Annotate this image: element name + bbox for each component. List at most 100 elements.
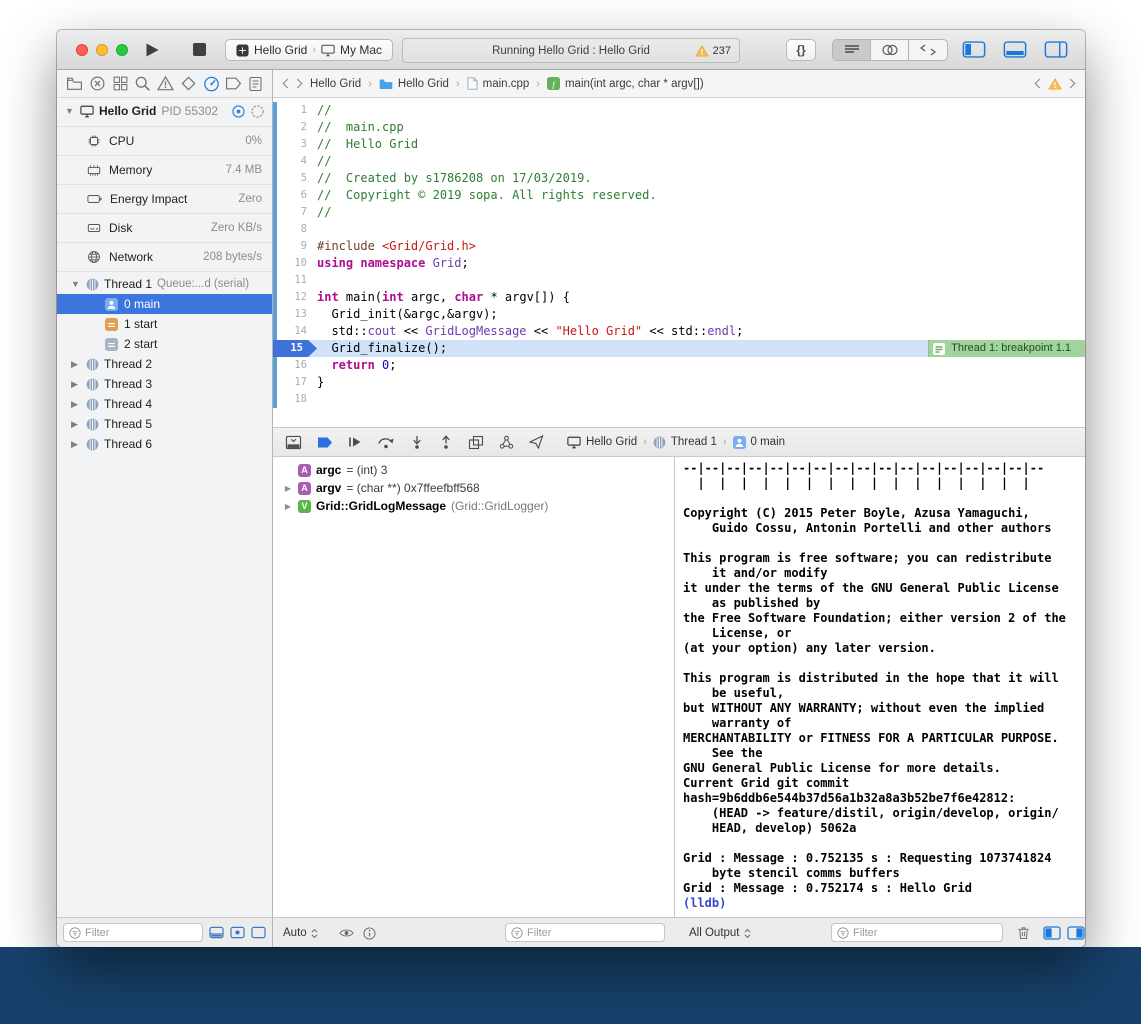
navigator-panel-toggle[interactable] [962, 41, 986, 58]
line-number[interactable]: 3 [273, 136, 317, 153]
variables-view[interactable]: Aargc= (int) 3▶Aargv= (char **) 0x7ffeef… [273, 457, 675, 917]
code-line[interactable]: 8 [273, 221, 1085, 238]
process-memory-icon[interactable] [251, 105, 264, 118]
variable-row[interactable]: ▶VGrid::GridLogMessage(Grid::GridLogger) [273, 497, 674, 515]
line-number[interactable]: 4 [273, 153, 317, 170]
disclosure-triangle-icon[interactable]: ▶ [283, 502, 293, 511]
info-icon[interactable] [363, 918, 376, 947]
breakpoint-marker[interactable]: 15 [273, 340, 317, 357]
code-line[interactable]: 5// Created by s1786208 on 17/03/2019. [273, 170, 1085, 187]
thread-row[interactable]: ▶Thread 3 [57, 374, 272, 394]
gauge-row-network[interactable]: Network208 bytes/s [57, 243, 272, 272]
previous-issue-icon[interactable] [1034, 78, 1041, 89]
jump-bar-item[interactable]: Hello Grid [379, 78, 449, 90]
assistant-editor-button[interactable] [871, 40, 909, 60]
filter-flag-icon[interactable] [251, 926, 266, 939]
scheme-selector[interactable]: Hello Grid › My Mac [225, 39, 393, 61]
step-over-icon[interactable] [377, 435, 395, 449]
variables-filter-field[interactable] [505, 923, 665, 942]
breakpoint-annotation[interactable]: Thread 1: breakpoint 1.1 [928, 340, 1085, 357]
report-navigator-icon[interactable] [248, 76, 263, 92]
zoom-button[interactable] [116, 44, 128, 56]
line-number[interactable]: 14 [273, 323, 317, 340]
stack-frame-row[interactable]: 2 start [57, 334, 272, 354]
navigator-filter-input[interactable] [85, 927, 197, 939]
gauge-row-cpu[interactable]: CPU0% [57, 127, 272, 156]
disclosure-triangle-icon[interactable]: ▶ [71, 399, 81, 410]
trash-icon[interactable] [1017, 918, 1030, 947]
variables-scope-popup[interactable]: Auto [283, 918, 318, 947]
variables-pane-toggle[interactable] [1043, 918, 1061, 947]
line-number[interactable]: 5 [273, 170, 317, 187]
variable-row[interactable]: Aargc= (int) 3 [273, 461, 674, 479]
code-line[interactable]: 10using namespace Grid; [273, 255, 1085, 272]
console-pane-toggle[interactable] [1067, 918, 1085, 947]
warning-icon[interactable] [1048, 78, 1062, 90]
code-line[interactable]: 14 std::cout << GridLogMessage << "Hello… [273, 323, 1085, 340]
breakpoints-toggle-icon[interactable] [317, 436, 333, 449]
code-line[interactable]: 16 return 0; [273, 357, 1085, 374]
thread-row[interactable]: ▶Thread 2 [57, 354, 272, 374]
hide-debug-area-icon[interactable] [285, 435, 302, 450]
jump-bar-item[interactable]: fmain(int argc, char * argv[]) [547, 77, 704, 90]
gauge-row-disk[interactable]: DiskZero KB/s [57, 214, 272, 243]
disclosure-triangle-icon[interactable]: ▶ [71, 439, 81, 450]
run-button[interactable] [145, 42, 160, 58]
code-line[interactable]: 15 Grid_finalize();Thread 1: breakpoint … [273, 340, 1085, 357]
jump-bar-item[interactable]: Hello Grid [310, 78, 361, 90]
disclosure-triangle-icon[interactable]: ▼ [65, 106, 75, 116]
code-line[interactable]: 11 [273, 272, 1085, 289]
navigator-filter-field[interactable] [63, 923, 203, 942]
code-line[interactable]: 3// Hello Grid [273, 136, 1085, 153]
code-line[interactable]: 13 Grid_init(&argc,&argv); [273, 306, 1085, 323]
step-out-icon[interactable] [439, 435, 453, 449]
thread-row[interactable]: ▶Thread 4 [57, 394, 272, 414]
variables-filter-input[interactable] [527, 927, 659, 939]
filter-queue-icon[interactable] [209, 926, 224, 939]
symbol-navigator-icon[interactable] [112, 75, 129, 92]
code-line[interactable]: 2// main.cpp [273, 119, 1085, 136]
library-button[interactable]: {} [786, 39, 816, 61]
jump-bar-item[interactable]: main.cpp [467, 77, 530, 90]
warning-badge[interactable]: 237 [695, 39, 731, 62]
thread-row[interactable]: ▶Thread 5 [57, 414, 272, 434]
next-issue-icon[interactable] [1069, 78, 1076, 89]
process-indicator-icon[interactable] [232, 105, 245, 118]
code-line[interactable]: 17} [273, 374, 1085, 391]
standard-editor-button[interactable] [833, 40, 871, 60]
source-editor[interactable]: 1//2// main.cpp3// Hello Grid4//5// Crea… [273, 98, 1085, 427]
disclosure-triangle-icon[interactable]: ▶ [71, 359, 81, 370]
line-number[interactable]: 17 [273, 374, 317, 391]
memory-graph-icon[interactable] [499, 435, 514, 450]
continue-icon[interactable] [348, 435, 362, 449]
find-navigator-icon[interactable] [134, 75, 151, 92]
thread-row[interactable]: ▼Thread 1Queue:...d (serial) [57, 274, 272, 294]
console-filter-field[interactable] [831, 923, 1003, 942]
view-hierarchy-icon[interactable] [468, 435, 484, 450]
test-navigator-icon[interactable] [180, 75, 197, 92]
disclosure-triangle-icon[interactable]: ▶ [71, 379, 81, 390]
forward-chevron-icon[interactable] [296, 78, 303, 89]
line-number[interactable]: 7 [273, 204, 317, 221]
line-number[interactable]: 18 [273, 391, 317, 408]
debug-area-toggle[interactable] [1003, 41, 1027, 58]
back-chevron-icon[interactable] [282, 78, 289, 89]
variable-row[interactable]: ▶Aargv= (char **) 0x7ffeefbff568 [273, 479, 674, 497]
step-into-icon[interactable] [410, 435, 424, 449]
line-number[interactable]: 13 [273, 306, 317, 323]
gauge-row-energy-impact[interactable]: Energy ImpactZero [57, 185, 272, 214]
code-line[interactable]: 18 [273, 391, 1085, 408]
console-filter-input[interactable] [853, 927, 997, 939]
quicklook-eye-icon[interactable] [339, 918, 354, 947]
line-number[interactable]: 1 [273, 102, 317, 119]
minimize-button[interactable] [96, 44, 108, 56]
line-number[interactable]: 16 [273, 357, 317, 374]
code-line[interactable]: 4// [273, 153, 1085, 170]
debug-navigator-icon[interactable] [203, 75, 220, 92]
line-number[interactable]: 8 [273, 221, 317, 238]
gauge-row-memory[interactable]: Memory7.4 MB [57, 156, 272, 185]
inspector-panel-toggle[interactable] [1044, 41, 1068, 58]
breakpoint-navigator-icon[interactable] [225, 76, 242, 91]
console-output-popup[interactable]: All Output [689, 918, 751, 947]
line-number[interactable]: 2 [273, 119, 317, 136]
